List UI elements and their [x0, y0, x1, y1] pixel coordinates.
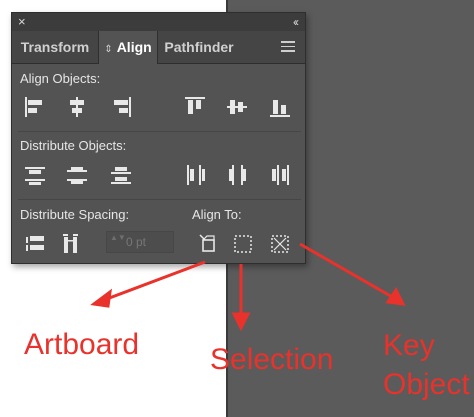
tab-align-label: Align	[116, 39, 152, 55]
panel-menu-icon[interactable]	[281, 41, 295, 55]
distribute-horizontal-center-icon[interactable]	[224, 162, 250, 188]
distribute-objects-label: Distribute Objects:	[20, 138, 127, 153]
align-right-icon[interactable]	[108, 94, 134, 120]
annotation-selection: Selection	[210, 343, 334, 376]
distribute-vertical-center-icon[interactable]	[64, 162, 90, 188]
align-panel: × ‹‹ Transform ⇕ Align Pathfinder Align O…	[11, 12, 306, 264]
tab-transform[interactable]: Transform	[12, 31, 98, 63]
spacing-value: 0 pt	[126, 235, 147, 249]
panel-titlebar[interactable]: × ‹‹	[12, 13, 305, 31]
tab-align[interactable]: ⇕ Align	[98, 31, 158, 64]
align-horizontal-center-icon[interactable]	[64, 94, 90, 120]
align-to-label: Align To:	[192, 207, 242, 222]
tab-arrows-icon: ⇕	[104, 44, 113, 55]
distribute-right-icon[interactable]	[267, 162, 293, 188]
align-to-selection-icon[interactable]	[230, 231, 256, 257]
align-to-key-object-icon[interactable]	[267, 231, 293, 257]
section-divider	[18, 199, 301, 200]
distribute-bottom-icon[interactable]	[108, 162, 134, 188]
vertical-distribute-space-icon[interactable]	[22, 231, 48, 257]
stepper-arrows-icon[interactable]: ▲▼	[110, 234, 126, 242]
horizontal-distribute-space-icon[interactable]	[58, 231, 84, 257]
artboard-arrow	[103, 260, 206, 302]
align-objects-label: Align Objects:	[20, 71, 101, 86]
distribute-top-icon[interactable]	[22, 162, 48, 188]
annotation-key: Key	[383, 329, 435, 362]
annotation-artboard: Artboard	[24, 328, 140, 361]
align-bottom-icon[interactable]	[267, 94, 293, 120]
tab-pathfinder[interactable]: Pathfinder	[156, 31, 242, 63]
artboard-arrowhead	[90, 288, 112, 308]
annotation-object: Object	[383, 368, 470, 401]
panel-tabs: Transform ⇕ Align Pathfinder	[12, 31, 305, 64]
close-icon[interactable]: ×	[18, 14, 26, 30]
distribute-spacing-label: Distribute Spacing:	[20, 207, 130, 222]
section-divider	[18, 131, 301, 132]
align-vertical-center-icon[interactable]	[224, 94, 250, 120]
align-to-artboard-icon[interactable]	[195, 231, 221, 257]
align-left-icon[interactable]	[22, 94, 48, 120]
collapse-icon[interactable]: ‹‹	[293, 14, 299, 30]
distribute-left-icon[interactable]	[182, 162, 208, 188]
align-top-icon[interactable]	[182, 94, 208, 120]
spacing-input[interactable]: ▲▼ 0 pt	[106, 231, 174, 253]
